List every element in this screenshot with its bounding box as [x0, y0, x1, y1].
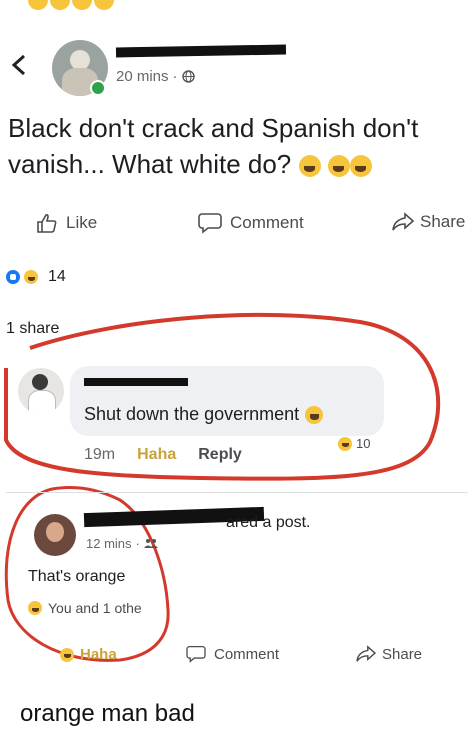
- comment-text: Shut down the government: [84, 404, 300, 424]
- meme-caption: orange man bad: [20, 700, 195, 727]
- comment-bubble: [70, 366, 384, 436]
- comment-reaction-count: 10: [356, 436, 371, 451]
- comment-reaction-badge[interactable]: 10: [338, 436, 370, 451]
- comment-haha-button[interactable]: Haha: [137, 446, 176, 464]
- shared-share-label: Share: [382, 645, 423, 663]
- comment-time: 19m: [84, 446, 116, 463]
- redaction-bar: [84, 378, 188, 386]
- haha-reaction-icon: [60, 647, 74, 662]
- shared-share-button[interactable]: Share: [356, 645, 422, 663]
- commenter-avatar[interactable]: [18, 368, 64, 414]
- laugh-emoji-icon: [305, 405, 324, 424]
- shared-post-haha-button[interactable]: Haha: [60, 646, 117, 663]
- shared-post-body: That's orange: [28, 568, 126, 585]
- separator: ·: [135, 536, 140, 551]
- share-arrow-icon: [356, 645, 376, 663]
- shared-post-haha-label: Haha: [80, 646, 117, 663]
- sharer-avatar[interactable]: [34, 514, 76, 556]
- shared-post-time: 12 mins: [86, 536, 132, 551]
- shared-post-reactions[interactable]: You and 1 othe: [28, 600, 142, 616]
- shared-post-text: ared a post.: [226, 514, 311, 531]
- haha-reaction-icon: [28, 601, 42, 615]
- divider: [6, 492, 468, 493]
- shared-comment-button[interactable]: Comment: [186, 645, 279, 663]
- comment-actions: 19m Haha Reply: [84, 446, 242, 464]
- shared-comment-label: Comment: [214, 645, 280, 663]
- shared-post-meta: 12 mins ·: [86, 536, 158, 551]
- friends-icon: [143, 538, 158, 549]
- haha-reaction-icon: [338, 436, 352, 451]
- comment-text-row: Shut down the government: [84, 404, 324, 425]
- shared-post-reactions-text: You and 1 othe: [48, 600, 142, 616]
- comment-icon: [186, 645, 206, 663]
- comment-reply-button[interactable]: Reply: [198, 446, 242, 464]
